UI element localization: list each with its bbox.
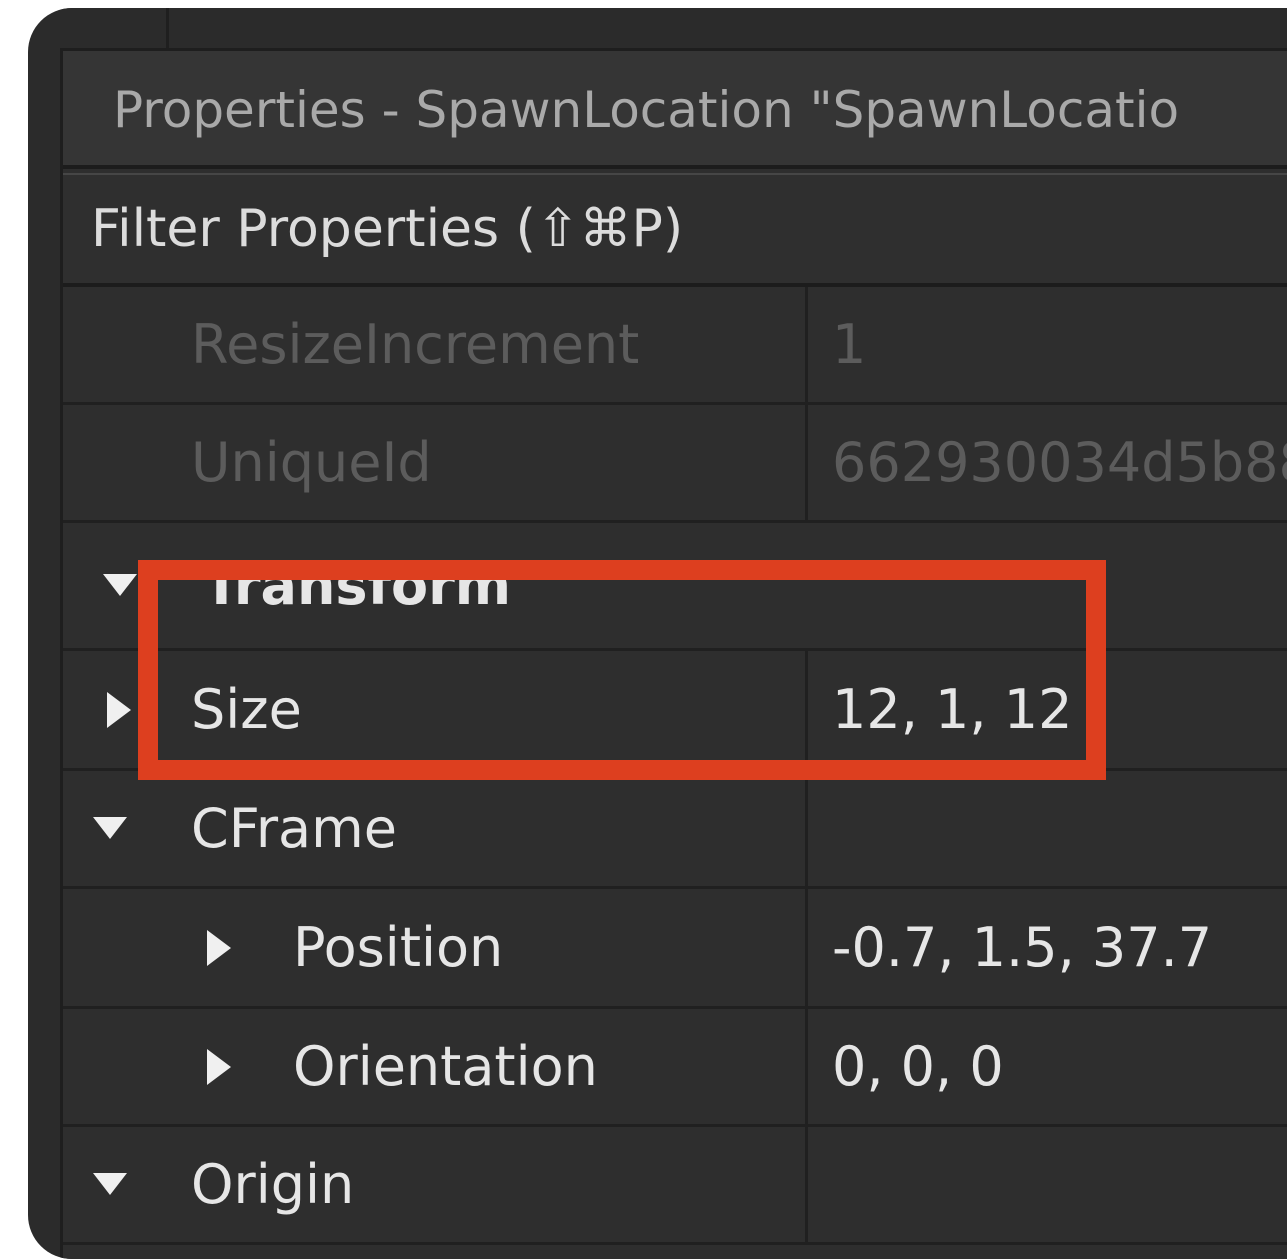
divider [166, 8, 169, 48]
collapsed-caret-icon[interactable] [207, 889, 231, 1006]
property-row-resizeincrement[interactable]: ResizeIncrement 1 [63, 287, 1287, 405]
property-row-orientation[interactable]: Orientation 0, 0, 0 [63, 1009, 1287, 1127]
property-value[interactable] [805, 771, 1287, 886]
expanded-caret-icon[interactable] [93, 771, 127, 886]
property-name: UniqueId [191, 431, 432, 494]
property-row-uniqueid[interactable]: UniqueId 662930034d5b889 [63, 405, 1287, 523]
property-name: Orientation [293, 1035, 598, 1098]
filter-properties-input[interactable] [63, 175, 1191, 283]
property-value[interactable]: -0.7, 1.5, 37.7 [805, 889, 1287, 1006]
property-row-position[interactable]: Position -0.7, 1.5, 37.7 [63, 889, 1287, 1009]
expanded-caret-icon[interactable] [93, 1127, 127, 1242]
collapsed-caret-icon[interactable] [107, 651, 131, 768]
expanded-caret-icon[interactable] [103, 523, 137, 648]
property-value[interactable]: 662930034d5b889 [805, 405, 1287, 520]
property-row-cframe[interactable]: CFrame [63, 771, 1287, 889]
highlight-box [138, 560, 1106, 780]
property-value[interactable]: 0, 0, 0 [805, 1009, 1287, 1124]
property-name: Origin [191, 1153, 355, 1216]
property-name: CFrame [191, 797, 397, 860]
panel-title[interactable]: Properties - SpawnLocation "SpawnLocatio [63, 51, 1287, 169]
property-row-origin[interactable]: Origin [63, 1127, 1287, 1245]
property-name: Position [293, 916, 504, 979]
collapsed-caret-icon[interactable] [207, 1009, 231, 1124]
property-value[interactable] [805, 1127, 1287, 1242]
property-name: ResizeIncrement [191, 313, 640, 376]
window-top-strip [60, 8, 1287, 48]
filter-bar [63, 173, 1287, 287]
property-value[interactable]: 1 [805, 287, 1287, 402]
